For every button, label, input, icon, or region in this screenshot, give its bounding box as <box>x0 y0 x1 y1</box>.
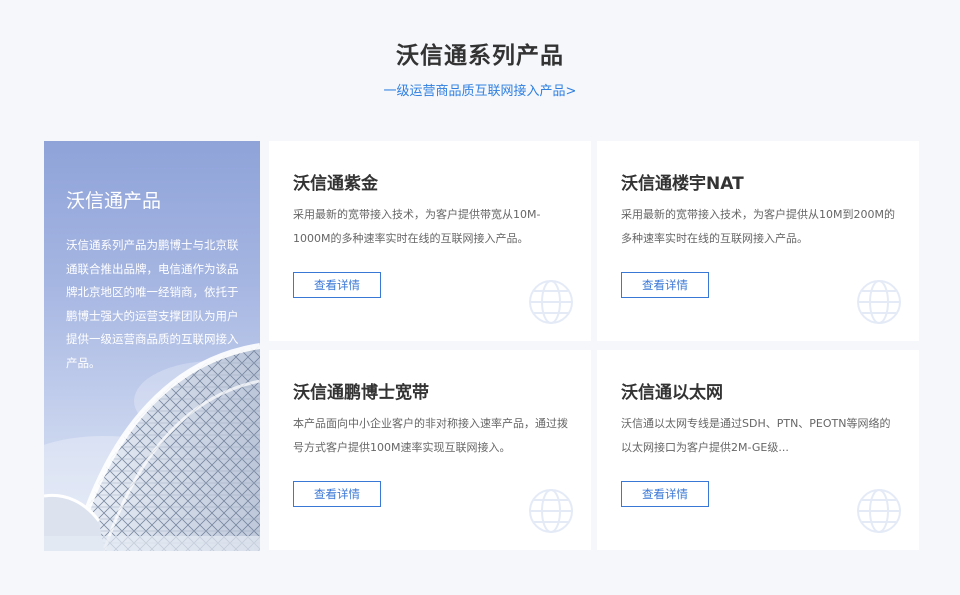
product-card-zijin[interactable]: 沃信通紫金 采用最新的宽带接入技术，为客户提供带宽从10M-1000M的多种速率… <box>269 141 591 341</box>
card-title: 沃信通紫金 <box>293 174 378 194</box>
intro-title: 沃信通产品 <box>66 190 162 212</box>
card-description: 采用最新的宽带接入技术，为客户提供从10M到200M的多种速率实时在线的互联网接… <box>621 208 895 245</box>
globe-icon <box>857 489 901 533</box>
view-details-button[interactable]: 查看详情 <box>293 481 381 507</box>
view-details-button[interactable]: 查看详情 <box>621 481 709 507</box>
card-description: 本产品面向中小企业客户的非对称接入速率产品，通过拨号方式客户提供100M速率实现… <box>293 417 568 454</box>
card-title: 沃信通楼宇NAT <box>621 174 744 194</box>
globe-icon <box>529 280 573 324</box>
view-details-button[interactable]: 查看详情 <box>621 272 709 298</box>
products-section: 沃信通系列产品 一级运营商品质互联网接入产品> 沃信通产品 沃信通系列产品为鹏博… <box>0 0 960 595</box>
card-description: 沃信通以太网专线是通过SDH、PTN、PEOTN等网络的以太网接口为客户提供2M… <box>621 417 891 454</box>
card-title: 沃信通以太网 <box>621 383 723 403</box>
view-details-button[interactable]: 查看详情 <box>293 272 381 298</box>
intro-panel: 沃信通产品 沃信通系列产品为鹏博士与北京联通联合推出品牌，电信通作为该品牌北京地… <box>44 141 260 551</box>
section-title: 沃信通系列产品 <box>396 43 564 69</box>
globe-icon <box>857 280 901 324</box>
product-card-nat[interactable]: 沃信通楼宇NAT 采用最新的宽带接入技术，为客户提供从10M到200M的多种速率… <box>597 141 919 341</box>
card-description: 采用最新的宽带接入技术，为客户提供带宽从10M-1000M的多种速率实时在线的互… <box>293 208 541 245</box>
globe-icon <box>529 489 573 533</box>
section-subtitle-link[interactable]: 一级运营商品质互联网接入产品> <box>0 80 960 99</box>
product-card-broadband[interactable]: 沃信通鹏博士宽带 本产品面向中小企业客户的非对称接入速率产品，通过拨号方式客户提… <box>269 350 591 550</box>
intro-description: 沃信通系列产品为鹏博士与北京联通联合推出品牌，电信通作为该品牌北京地区的唯一经销… <box>66 238 239 370</box>
product-card-ethernet[interactable]: 沃信通以太网 沃信通以太网专线是通过SDH、PTN、PEOTN等网络的以太网接口… <box>597 350 919 550</box>
card-title: 沃信通鹏博士宽带 <box>293 383 429 403</box>
